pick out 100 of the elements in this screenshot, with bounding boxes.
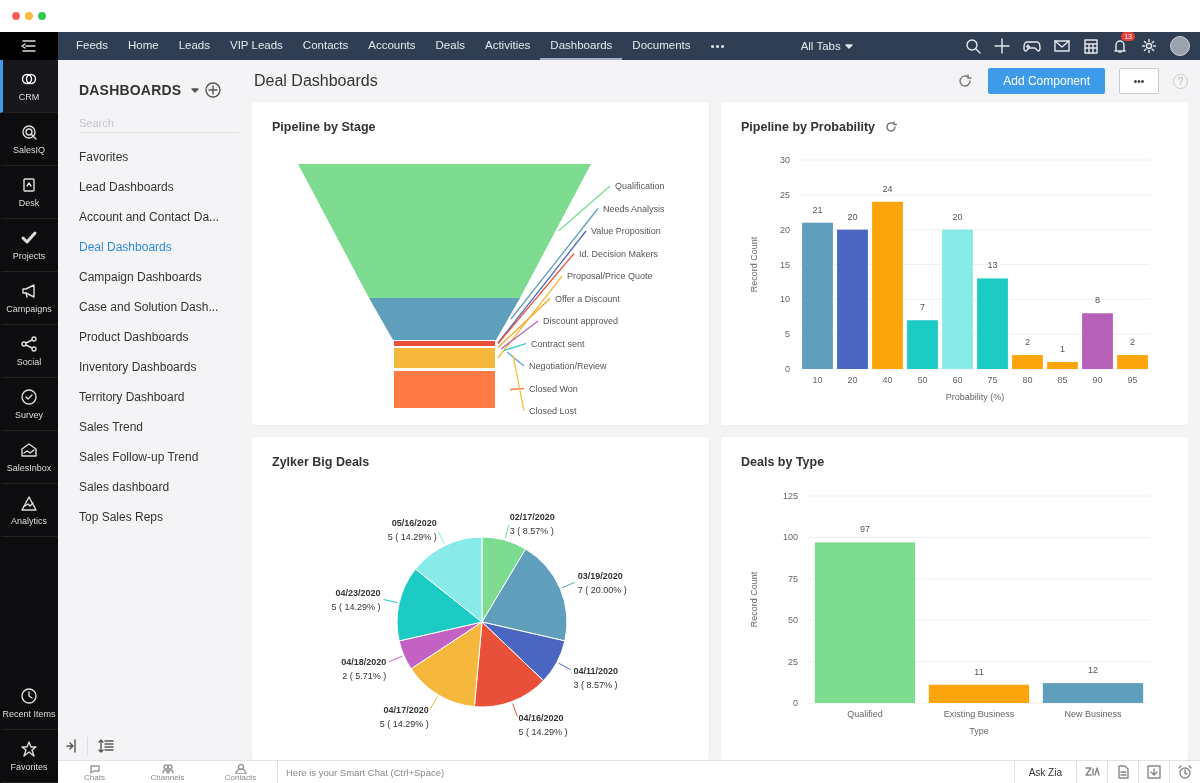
sidebar-item[interactable]: Lead Dashboards — [79, 172, 237, 202]
target-icon — [20, 123, 38, 141]
sidebar-item[interactable]: Favorites — [79, 142, 237, 172]
funnel-stage-label: Proposal/Price Quote — [567, 271, 653, 281]
slice-value-label: 3 ( 8.57% ) — [509, 525, 554, 536]
axis-tick-label: 25 — [788, 656, 798, 667]
chat-bubble-icon — [88, 762, 101, 774]
sidebar-item[interactable]: Territory Dashboard — [79, 382, 237, 412]
axis-title: Probability (%) — [945, 392, 1005, 402]
chat-shortcut[interactable]: Contacts — [204, 762, 277, 782]
slice-value-label: 3 ( 8.57% ) — [573, 679, 618, 690]
slice-label: 05/16/2020 — [391, 518, 437, 529]
funnel-stage-label: Contract sent — [531, 338, 585, 349]
refresh-icon[interactable] — [958, 74, 973, 88]
all-tabs-dropdown[interactable]: All Tabs — [800, 40, 841, 52]
nav-tab[interactable]: Leads — [168, 32, 220, 60]
chat-shortcut[interactable]: Channels — [131, 762, 204, 782]
axis-tick-label: 0 — [785, 364, 790, 374]
sidebar-item[interactable]: Top Sales Reps — [79, 502, 237, 532]
axis-tick-label: 15 — [780, 259, 790, 270]
collapse-menu-icon[interactable] — [20, 37, 38, 55]
nav-tab[interactable]: Documents — [622, 32, 701, 60]
slice-value-label: 7 ( 20.00% ) — [577, 584, 627, 595]
axis-tick-label: 75 — [788, 573, 798, 584]
plus-icon[interactable] — [994, 38, 1010, 54]
rail-app-item[interactable]: CRM — [0, 60, 58, 113]
sidebar-item[interactable]: Sales Follow-up Trend — [79, 442, 237, 472]
axis-tick-label: 125 — [782, 491, 798, 501]
sidebar-item[interactable]: Inventory Dashboards — [79, 352, 237, 382]
chat-shortcut[interactable]: Chats — [58, 762, 131, 782]
axis-tick-label: 85 — [1057, 375, 1068, 385]
data-label: 20 — [847, 211, 858, 222]
slice-value-label: 5 ( 14.29% ) — [387, 532, 437, 543]
axis-title: Record Count — [749, 571, 759, 628]
ask-zia-button[interactable]: Ask Zia — [1013, 760, 1076, 783]
funnel-stage-label: Discount approved — [543, 316, 619, 326]
nav-tab[interactable]: Feeds — [66, 32, 118, 60]
slice-value-label: 5 ( 14.29% ) — [331, 602, 381, 613]
sidebar-item[interactable]: Case and Solution Dash... — [79, 292, 237, 322]
nav-tab[interactable]: VIP Leads — [220, 32, 293, 60]
sort-list-icon[interactable] — [98, 738, 114, 754]
more-tabs-button[interactable]: ••• — [700, 40, 736, 52]
card-title: Zylker Big Deals — [272, 455, 370, 469]
leader-line — [512, 702, 518, 718]
axis-tick-label: 20 — [780, 224, 790, 235]
card-title: Pipeline by Probability — [741, 120, 876, 134]
caret-icon[interactable] — [191, 87, 200, 93]
axis-tick-label: Qualified — [847, 709, 883, 719]
funnel-stage-label: Closed Lost — [529, 406, 577, 416]
axis-tick-label: 30 — [780, 155, 790, 165]
refresh-icon[interactable] — [885, 121, 898, 133]
data-label: 1 — [1060, 344, 1065, 355]
sidebar-item[interactable]: Sales Trend — [79, 412, 237, 442]
sidebar-item[interactable]: Sales dashboard — [79, 472, 237, 502]
data-label: 13 — [987, 260, 998, 271]
collapse-icon[interactable] — [65, 738, 77, 754]
axis-tick-label: 10 — [780, 294, 790, 305]
nav-tab[interactable]: Deals — [425, 32, 475, 60]
data-label: 8 — [1095, 295, 1100, 306]
mail-icon[interactable] — [1054, 38, 1070, 54]
nav-tab[interactable]: Activities — [474, 32, 541, 60]
window-control-dot[interactable] — [38, 12, 46, 20]
check-circle-icon — [20, 388, 38, 406]
leader-line — [388, 655, 403, 663]
settings-icon[interactable] — [1141, 38, 1157, 54]
gamepad-icon[interactable] — [1023, 38, 1041, 54]
axis-tick-label: 50 — [917, 375, 928, 385]
window-control-dot[interactable] — [25, 12, 33, 20]
bell-icon[interactable] — [1112, 38, 1128, 54]
leader-line — [561, 581, 576, 589]
slice-label: 03/19/2020 — [577, 570, 623, 581]
nav-tab[interactable]: Home — [117, 32, 169, 60]
nav-tab[interactable]: Contacts — [292, 32, 359, 60]
avatar[interactable] — [1170, 36, 1190, 56]
sidebar-item[interactable]: Campaign Dashboards — [79, 262, 237, 292]
axis-title: Record Count — [749, 236, 759, 293]
document-icon[interactable] — [1115, 764, 1131, 780]
axis-tick-label: New Business — [1064, 709, 1122, 719]
axis-tick-label: 40 — [882, 375, 893, 385]
axis-tick-label: 0 — [793, 698, 798, 708]
sidebar-item[interactable]: Product Dashboards — [79, 322, 237, 352]
window-control-dot[interactable] — [12, 12, 20, 20]
calendar-icon[interactable] — [1083, 38, 1099, 54]
search-icon[interactable] — [965, 38, 981, 54]
axis-tick-label: 100 — [782, 532, 798, 543]
data-label: 97 — [860, 524, 870, 535]
sidebar-item[interactable]: Account and Contact Da... — [79, 202, 237, 232]
share-icon — [20, 335, 38, 353]
download-icon[interactable] — [1146, 764, 1162, 780]
funnel-stage-label: Id. Decision Makers — [579, 248, 659, 259]
alarm-clock-icon[interactable] — [1177, 764, 1193, 780]
add-circle-icon[interactable] — [205, 82, 222, 98]
inbox-chart-icon — [20, 441, 38, 459]
slice-value-label: 5 ( 14.29% ) — [518, 727, 568, 738]
funnel-stage-label: Needs Analysis — [603, 203, 665, 214]
nav-tab[interactable]: Accounts — [358, 32, 426, 60]
sidebar-title: DASHBOARDS — [79, 82, 182, 98]
leader-line — [504, 524, 510, 539]
slice-label: 04/18/2020 — [341, 657, 387, 668]
more-options-button[interactable]: ••• — [1119, 68, 1159, 94]
